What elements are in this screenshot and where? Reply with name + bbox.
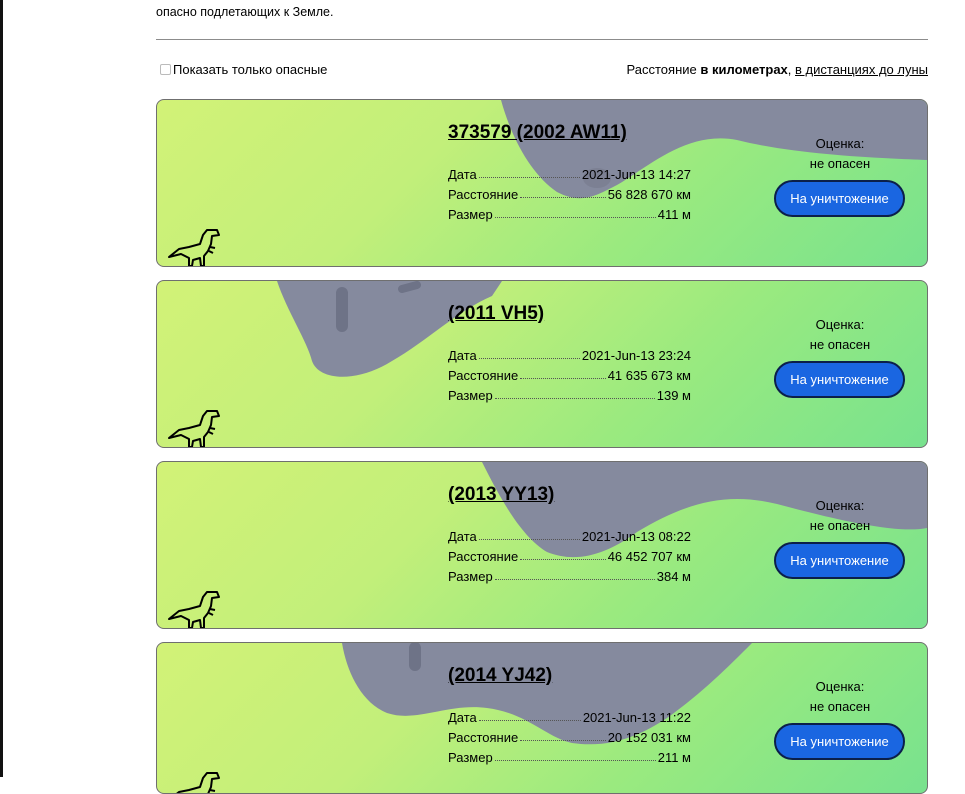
asteroid-info: Дата 2021-Jun-13 14:27 Расстояние 56 828 6…: [448, 162, 691, 222]
distance-value: 46 452 707 км: [607, 549, 691, 564]
date-label: Дата: [448, 529, 477, 544]
size-label: Размер: [448, 207, 493, 222]
units-km-option: в километрах: [700, 62, 788, 77]
assessment: Оценка: не опасен: [775, 677, 905, 717]
asteroid-info: Дата 2021-Jun-13 23:24 Расстояние 41 635 6…: [448, 343, 691, 403]
distance-units-switch: Расстояние в километрах, в дистанциях до…: [627, 62, 928, 77]
destroy-button[interactable]: На уничтожение: [774, 180, 905, 217]
asteroid-name-link[interactable]: (2013 YY13): [448, 484, 554, 506]
assessment-label: Оценка:: [815, 498, 865, 513]
list-controls: Показать только опасные Расстояние в кил…: [156, 62, 928, 80]
size-value: 211 м: [657, 750, 691, 765]
units-prefix: Расстояние: [626, 62, 701, 77]
date-value: 2021-Jun-13 14:27: [581, 167, 691, 182]
date-value: 2021-Jun-13 08:22: [581, 529, 691, 544]
size-label: Размер: [448, 388, 493, 403]
size-label: Размер: [448, 569, 493, 584]
assessment-label: Оценка:: [815, 136, 865, 151]
size-value: 411 м: [657, 207, 691, 222]
assessment-value: не опасен: [809, 518, 871, 533]
destroy-button[interactable]: На уничтожение: [774, 542, 905, 579]
assessment: Оценка: не опасен: [775, 134, 905, 174]
intro-text: опасно подлетающих к Земле.: [156, 4, 333, 20]
dinosaur-icon: [168, 591, 220, 628]
only-dangerous-label: Показать только опасные: [173, 62, 328, 77]
dinosaur-icon: [168, 229, 220, 266]
distance-label: Расстояние: [448, 187, 519, 202]
asteroid-name-link[interactable]: (2011 VH5): [448, 303, 544, 325]
asteroid-info: Дата 2021-Jun-13 11:22 Расстояние 20 152 0…: [448, 705, 691, 765]
asteroid-card: (2011 VH5) Дата 2021-Jun-13 23:24 Расстоя…: [156, 280, 928, 448]
distance-label: Расстояние: [448, 730, 519, 745]
date-label: Дата: [448, 348, 477, 363]
date-value: 2021-Jun-13 11:22: [582, 710, 691, 725]
dinosaur-icon: [168, 410, 220, 447]
assessment-value: не опасен: [809, 156, 871, 171]
asteroid-card: 373579 (2002 AW11) Дата 2021-Jun-13 14:27…: [156, 99, 928, 267]
destroy-button[interactable]: На уничтожение: [774, 723, 905, 760]
assessment: Оценка: не опасен: [775, 315, 905, 355]
units-moon-link[interactable]: в дистанциях до луны: [795, 62, 928, 77]
asteroid-card: (2013 YY13) Дата 2021-Jun-13 08:22 Рассто…: [156, 461, 928, 629]
intro-line: опасно подлетающих к Земле.: [156, 5, 334, 19]
asteroid-info: Дата 2021-Jun-13 08:22 Расстояние 46 452 7…: [448, 524, 691, 584]
distance-label: Расстояние: [448, 549, 519, 564]
assessment-value: не опасен: [809, 699, 871, 714]
asteroid-name-link[interactable]: (2014 YJ42): [448, 665, 552, 687]
asteroid-card: (2014 YJ42) Дата 2021-Jun-13 11:22 Рассто…: [156, 642, 928, 794]
divider: [156, 39, 928, 40]
assessment-value: не опасен: [809, 337, 871, 352]
distance-label: Расстояние: [448, 368, 519, 383]
size-value: 139 м: [656, 388, 691, 403]
dinosaur-icon: [176, 772, 220, 793]
units-separator: ,: [787, 62, 796, 77]
date-label: Дата: [448, 167, 477, 182]
asteroid-name-link[interactable]: 373579 (2002 AW11): [448, 122, 627, 144]
distance-value: 56 828 670 км: [607, 187, 691, 202]
assessment: Оценка: не опасен: [775, 496, 905, 536]
date-label: Дата: [448, 710, 477, 725]
size-label: Размер: [448, 750, 493, 765]
size-value: 384 м: [656, 569, 691, 584]
assessment-label: Оценка:: [815, 317, 865, 332]
destroy-button[interactable]: На уничтожение: [774, 361, 905, 398]
only-dangerous-toggle[interactable]: Показать только опасные: [156, 62, 327, 77]
left-edge-border: [0, 0, 3, 777]
date-value: 2021-Jun-13 23:24: [581, 348, 691, 363]
assessment-label: Оценка:: [815, 679, 865, 694]
distance-value: 41 635 673 км: [607, 368, 691, 383]
only-dangerous-checkbox[interactable]: [160, 64, 171, 75]
distance-value: 20 152 031 км: [607, 730, 691, 745]
